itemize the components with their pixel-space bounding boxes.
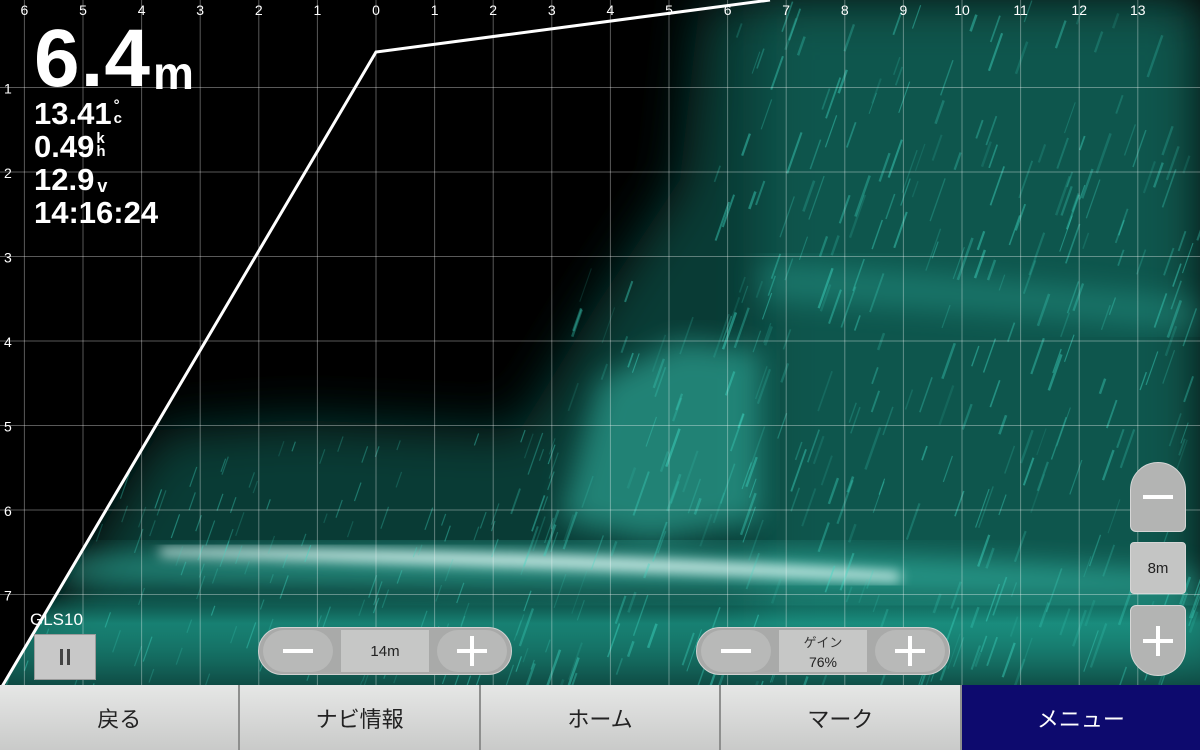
depth-value: 6.4 [34,13,151,104]
plus-icon [457,636,487,666]
speed-unit-bottom: h [96,143,106,161]
top-tick-label: 6 [21,2,29,18]
range-increase-button[interactable] [437,630,507,672]
source-label: GLS10 [30,610,83,629]
top-tick-label: 2 [255,2,263,18]
nav-menu-button[interactable]: メニュー [961,685,1200,750]
minus-icon [1143,495,1173,499]
readout-panel: 6.4 m 13.41 ° c 0.49 k h 12.9 v 14:16:24 [34,13,194,228]
speed-readout: 0.49 k h [34,131,194,162]
range-control: 14m [258,627,512,675]
gain-display: ゲイン 76% [779,630,867,672]
top-tick-label: 1 [314,2,322,18]
voltage-unit: v [97,175,108,196]
range-decrease-button[interactable] [263,630,333,672]
temp-unit-bottom: c [113,110,122,128]
voltage-value: 12.9 [34,161,95,197]
bottom-navbar: 戻る ナビ情報 ホーム マーク メニュー [0,685,1200,750]
gain-value: 76% [808,654,838,670]
zoom-in-button[interactable] [1130,605,1186,676]
top-tick-label: 4 [607,2,615,18]
water-temp-value: 13.41 [34,95,112,131]
plus-icon [895,636,925,666]
nav-mark-button[interactable]: マーク [721,685,962,750]
clock-readout: 14:16:24 [34,197,194,228]
left-tick-label: 5 [4,419,12,435]
temp-unit: ° c [113,98,122,128]
top-tick-label: 3 [548,2,556,18]
top-tick-label: 5 [665,2,673,18]
pause-icon [60,649,63,665]
zoom-range-value: 8m [1130,542,1186,594]
top-tick-label: 8 [841,2,849,18]
pause-button[interactable] [34,634,96,680]
left-tick-label: 2 [4,165,12,181]
gain-label: ゲイン [803,635,843,650]
gain-control: ゲイン 76% [696,627,950,675]
top-tick-label: 11 [1013,2,1028,18]
minus-icon [721,649,751,653]
left-tick-label: 1 [4,81,12,97]
speed-value: 0.49 [34,128,95,164]
top-tick-label: 9 [900,2,908,18]
zoom-control: 8m [1130,462,1186,676]
top-tick-label: 13 [1130,2,1146,18]
water-temp-readout: 13.41 ° c [34,98,194,129]
depth-readout: 6.4 m [34,13,194,104]
left-tick-label: 3 [4,250,12,266]
nav-navi-info-button[interactable]: ナビ情報 [240,685,481,750]
gain-decrease-button[interactable] [701,630,771,672]
left-tick-label: 4 [4,334,12,350]
left-tick-label: 7 [4,588,12,604]
nav-home-button[interactable]: ホーム [480,685,722,750]
top-tick-label: 3 [196,2,204,18]
speed-unit: k h [96,131,106,161]
left-tick-label: 6 [4,503,12,519]
nav-back-button[interactable]: 戻る [0,685,241,750]
pause-icon-bar [67,649,70,665]
top-tick-label: 0 [372,2,380,18]
plus-icon [1143,625,1173,656]
top-tick-label: 10 [954,2,970,18]
minus-icon [283,649,313,653]
top-tick-label: 1 [431,2,439,18]
depth-unit: m [153,46,194,99]
top-tick-label: 12 [1071,2,1087,18]
voltage-readout: 12.9 v [34,164,194,195]
top-tick-label: 7 [782,2,790,18]
range-value: 14m [341,630,429,672]
zoom-out-button[interactable] [1130,462,1186,532]
clock-value: 14:16:24 [34,194,159,230]
top-tick-label: 2 [489,2,497,18]
gain-increase-button[interactable] [875,630,945,672]
